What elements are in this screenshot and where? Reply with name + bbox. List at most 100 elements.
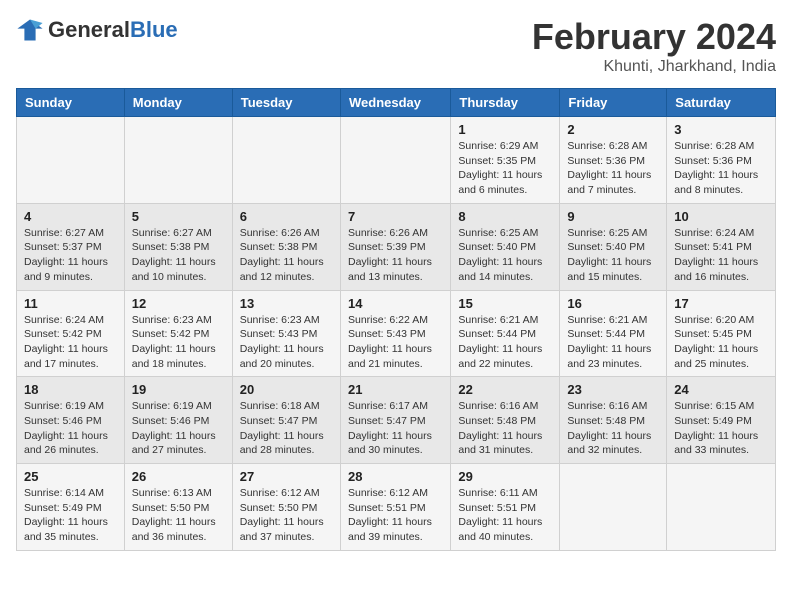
day-number: 27 (240, 469, 333, 484)
day-info: Sunrise: 6:15 AM Sunset: 5:49 PM Dayligh… (674, 399, 768, 458)
calendar-week-row: 18 Sunrise: 6:19 AM Sunset: 5:46 PM Dayli… (17, 377, 776, 464)
day-info: Sunrise: 6:24 AM Sunset: 5:42 PM Dayligh… (24, 313, 117, 372)
page-subtitle: Khunti, Jharkhand, India (532, 58, 776, 76)
logo-text: GeneralBlue (48, 18, 178, 42)
day-number: 26 (132, 469, 225, 484)
calendar-cell: 1 Sunrise: 6:29 AM Sunset: 5:35 PM Daylig… (451, 117, 560, 204)
calendar-cell: 10 Sunrise: 6:24 AM Sunset: 5:41 PM Dayli… (667, 203, 776, 290)
day-info: Sunrise: 6:21 AM Sunset: 5:44 PM Dayligh… (567, 313, 659, 372)
day-number: 25 (24, 469, 117, 484)
calendar-cell: 14 Sunrise: 6:22 AM Sunset: 5:43 PM Dayli… (340, 290, 450, 377)
day-number: 24 (674, 382, 768, 397)
calendar-cell (232, 117, 340, 204)
day-info: Sunrise: 6:27 AM Sunset: 5:37 PM Dayligh… (24, 226, 117, 285)
day-info: Sunrise: 6:29 AM Sunset: 5:35 PM Dayligh… (458, 139, 552, 198)
day-info: Sunrise: 6:17 AM Sunset: 5:47 PM Dayligh… (348, 399, 443, 458)
day-number: 13 (240, 296, 333, 311)
day-info: Sunrise: 6:27 AM Sunset: 5:38 PM Dayligh… (132, 226, 225, 285)
calendar-cell: 11 Sunrise: 6:24 AM Sunset: 5:42 PM Dayli… (17, 290, 125, 377)
calendar-cell: 22Sunrise: 6:16 AM Sunset: 5:48 PM Dayli… (451, 377, 560, 464)
calendar-cell: 25 Sunrise: 6:14 AM Sunset: 5:49 PM Dayli… (17, 464, 125, 551)
calendar-cell: 27Sunrise: 6:12 AM Sunset: 5:50 PM Dayli… (232, 464, 340, 551)
calendar-table: SundayMondayTuesdayWednesdayThursdayFrid… (16, 88, 776, 551)
day-number: 21 (348, 382, 443, 397)
calendar-cell (17, 117, 125, 204)
day-info: Sunrise: 6:11 AM Sunset: 5:51 PM Dayligh… (458, 486, 552, 545)
day-info: Sunrise: 6:13 AM Sunset: 5:50 PM Dayligh… (132, 486, 225, 545)
day-info: Sunrise: 6:12 AM Sunset: 5:51 PM Dayligh… (348, 486, 443, 545)
calendar-cell: 24 Sunrise: 6:15 AM Sunset: 5:49 PM Dayli… (667, 377, 776, 464)
calendar-cell: 19 Sunrise: 6:19 AM Sunset: 5:46 PM Dayli… (124, 377, 232, 464)
calendar-cell: 2 Sunrise: 6:28 AM Sunset: 5:36 PM Daylig… (560, 117, 667, 204)
calendar-header-friday: Friday (560, 89, 667, 117)
calendar-header-tuesday: Tuesday (232, 89, 340, 117)
calendar-week-row: 1 Sunrise: 6:29 AM Sunset: 5:35 PM Daylig… (17, 117, 776, 204)
day-number: 29 (458, 469, 552, 484)
day-number: 23 (567, 382, 659, 397)
calendar-cell: 18 Sunrise: 6:19 AM Sunset: 5:46 PM Dayli… (17, 377, 125, 464)
calendar-cell: 20 Sunrise: 6:18 AM Sunset: 5:47 PM Dayli… (232, 377, 340, 464)
day-info: Sunrise: 6:19 AM Sunset: 5:46 PM Dayligh… (132, 399, 225, 458)
day-number: 1 (458, 122, 552, 137)
calendar-cell: 5Sunrise: 6:27 AM Sunset: 5:38 PM Daylig… (124, 203, 232, 290)
calendar-cell: 9 Sunrise: 6:25 AM Sunset: 5:40 PM Daylig… (560, 203, 667, 290)
day-number: 20 (240, 382, 333, 397)
day-number: 16 (567, 296, 659, 311)
day-info: Sunrise: 6:19 AM Sunset: 5:46 PM Dayligh… (24, 399, 117, 458)
day-info: Sunrise: 6:24 AM Sunset: 5:41 PM Dayligh… (674, 226, 768, 285)
day-info: Sunrise: 6:26 AM Sunset: 5:38 PM Dayligh… (240, 226, 333, 285)
calendar-cell: 17 Sunrise: 6:20 AM Sunset: 5:45 PM Dayli… (667, 290, 776, 377)
day-info: Sunrise: 6:20 AM Sunset: 5:45 PM Dayligh… (674, 313, 768, 372)
day-number: 8 (458, 209, 552, 224)
header: GeneralBlue February 2024 Khunti, Jharkh… (16, 16, 776, 76)
calendar-cell: 12 Sunrise: 6:23 AM Sunset: 5:42 PM Dayli… (124, 290, 232, 377)
calendar-cell: 23 Sunrise: 6:16 AM Sunset: 5:48 PM Dayli… (560, 377, 667, 464)
day-info: Sunrise: 6:14 AM Sunset: 5:49 PM Dayligh… (24, 486, 117, 545)
calendar-cell: 13Sunrise: 6:23 AM Sunset: 5:43 PM Dayli… (232, 290, 340, 377)
day-number: 17 (674, 296, 768, 311)
day-info: Sunrise: 6:25 AM Sunset: 5:40 PM Dayligh… (567, 226, 659, 285)
day-number: 2 (567, 122, 659, 137)
day-info: Sunrise: 6:25 AM Sunset: 5:40 PM Dayligh… (458, 226, 552, 285)
day-info: Sunrise: 6:16 AM Sunset: 5:48 PM Dayligh… (458, 399, 552, 458)
day-info: Sunrise: 6:18 AM Sunset: 5:47 PM Dayligh… (240, 399, 333, 458)
calendar-cell: 28 Sunrise: 6:12 AM Sunset: 5:51 PM Dayli… (340, 464, 450, 551)
calendar-cell: 4 Sunrise: 6:27 AM Sunset: 5:37 PM Daylig… (17, 203, 125, 290)
calendar-cell (124, 117, 232, 204)
calendar-cell: 26 Sunrise: 6:13 AM Sunset: 5:50 PM Dayli… (124, 464, 232, 551)
day-info: Sunrise: 6:21 AM Sunset: 5:44 PM Dayligh… (458, 313, 552, 372)
day-number: 6 (240, 209, 333, 224)
calendar-header-saturday: Saturday (667, 89, 776, 117)
calendar-cell: 7Sunrise: 6:26 AM Sunset: 5:39 PM Daylig… (340, 203, 450, 290)
day-number: 19 (132, 382, 225, 397)
calendar-header-thursday: Thursday (451, 89, 560, 117)
calendar-cell: 21 Sunrise: 6:17 AM Sunset: 5:47 PM Dayli… (340, 377, 450, 464)
calendar-cell: 15Sunrise: 6:21 AM Sunset: 5:44 PM Dayli… (451, 290, 560, 377)
day-info: Sunrise: 6:28 AM Sunset: 5:36 PM Dayligh… (674, 139, 768, 198)
calendar-header-wednesday: Wednesday (340, 89, 450, 117)
day-number: 14 (348, 296, 443, 311)
day-number: 28 (348, 469, 443, 484)
calendar-cell: 29 Sunrise: 6:11 AM Sunset: 5:51 PM Dayli… (451, 464, 560, 551)
calendar-week-row: 4 Sunrise: 6:27 AM Sunset: 5:37 PM Daylig… (17, 203, 776, 290)
day-number: 12 (132, 296, 225, 311)
day-number: 11 (24, 296, 117, 311)
day-number: 9 (567, 209, 659, 224)
calendar-header-sunday: Sunday (17, 89, 125, 117)
day-info: Sunrise: 6:22 AM Sunset: 5:43 PM Dayligh… (348, 313, 443, 372)
day-number: 18 (24, 382, 117, 397)
day-info: Sunrise: 6:16 AM Sunset: 5:48 PM Dayligh… (567, 399, 659, 458)
day-info: Sunrise: 6:28 AM Sunset: 5:36 PM Dayligh… (567, 139, 659, 198)
day-number: 10 (674, 209, 768, 224)
calendar-cell (560, 464, 667, 551)
day-info: Sunrise: 6:26 AM Sunset: 5:39 PM Dayligh… (348, 226, 443, 285)
calendar-week-row: 25 Sunrise: 6:14 AM Sunset: 5:49 PM Dayli… (17, 464, 776, 551)
day-number: 4 (24, 209, 117, 224)
logo: GeneralBlue (16, 16, 178, 44)
title-area: February 2024 Khunti, Jharkhand, India (532, 16, 776, 76)
calendar-cell: 8 Sunrise: 6:25 AM Sunset: 5:40 PM Daylig… (451, 203, 560, 290)
calendar-header-row: SundayMondayTuesdayWednesdayThursdayFrid… (17, 89, 776, 117)
calendar-cell (667, 464, 776, 551)
day-info: Sunrise: 6:23 AM Sunset: 5:42 PM Dayligh… (132, 313, 225, 372)
calendar-cell (340, 117, 450, 204)
